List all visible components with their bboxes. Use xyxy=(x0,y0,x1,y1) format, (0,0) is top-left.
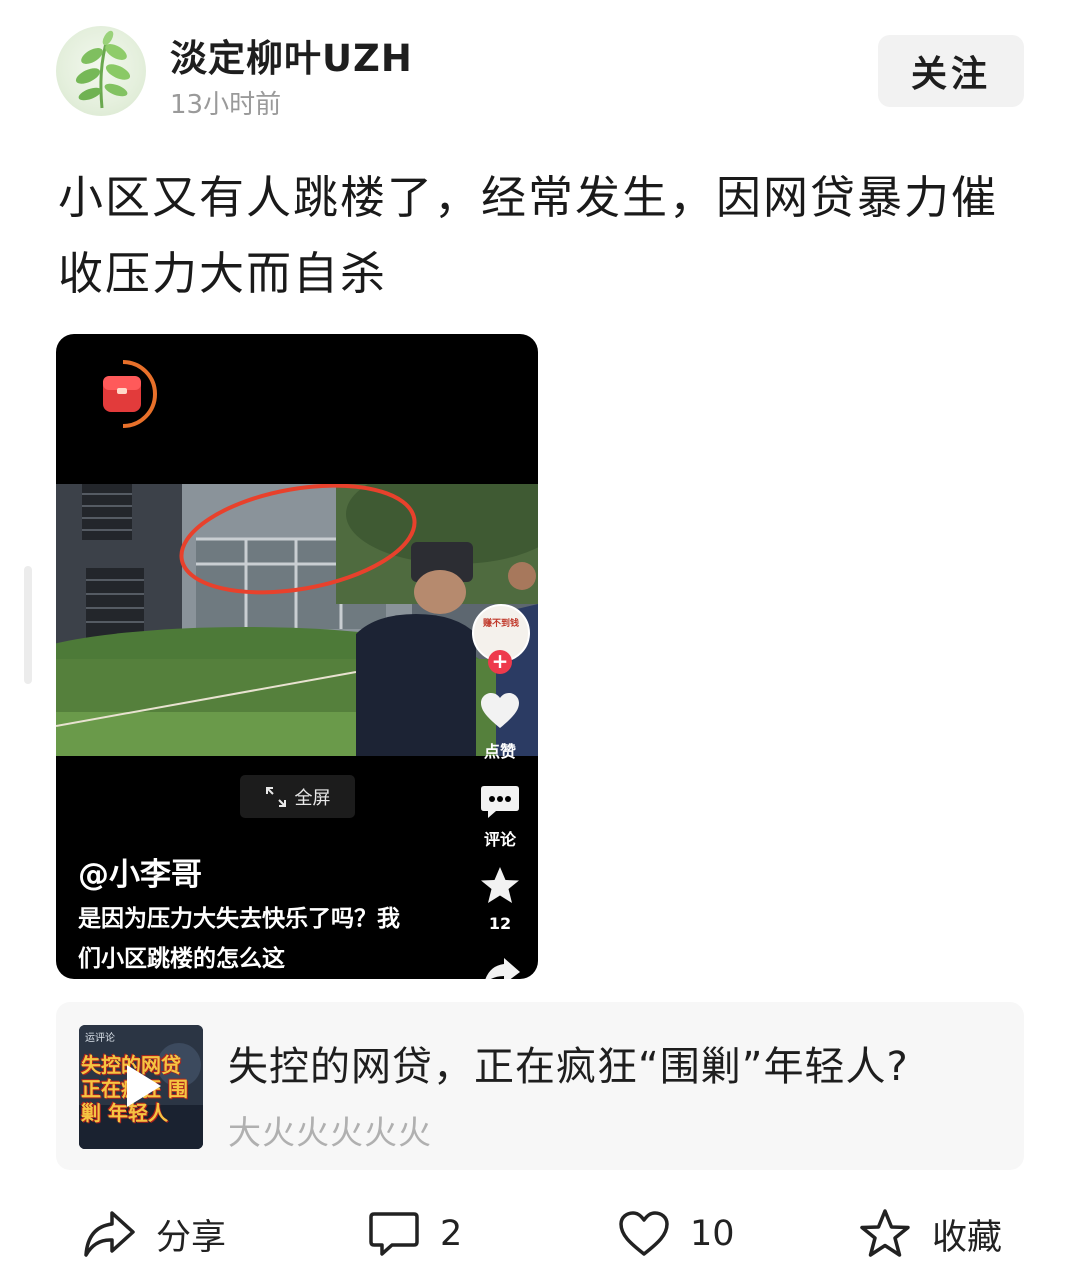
leaf-icon xyxy=(75,30,131,109)
comment-count: 2 xyxy=(440,1214,463,1254)
favorite-count: 12 xyxy=(488,914,512,933)
follow-plus-icon[interactable]: + xyxy=(488,650,512,674)
favorite-action[interactable]: 收藏 xyxy=(858,1204,1002,1264)
comment-icon[interactable] xyxy=(480,784,520,820)
favorite-star-icon xyxy=(860,1209,910,1257)
play-icon xyxy=(127,1065,161,1107)
share-arrow-icon xyxy=(84,1211,135,1257)
article-title[interactable]: 失控的网贷，正在疯狂“围剿”年轻人? xyxy=(228,1034,909,1092)
article-thumbnail[interactable]: 运评论 失控的网贷 正在疯狂 围剿 年轻人 xyxy=(79,1025,203,1149)
like-heart-icon xyxy=(619,1211,669,1256)
fullscreen-label: 全屏 xyxy=(294,787,331,809)
video-caption: 是因为压力大失去快乐了吗？我们小区跳楼的怎么这 xyxy=(78,906,400,972)
article-link-card[interactable]: 运评论 失控的网贷 正在疯狂 围剿 年轻人 失控的网贷，正在疯狂“围剿”年轻人?… xyxy=(56,1002,1024,1170)
like-count: 10 xyxy=(690,1214,735,1254)
like-action[interactable]: 10 xyxy=(618,1204,735,1264)
expand-icon xyxy=(265,786,286,807)
video-card[interactable]: 赚不到钱 + 点赞 评论 12 全屏 @小李哥 是因为压力大失去快乐了吗？我们小… xyxy=(56,334,538,979)
share-icon[interactable] xyxy=(482,954,522,979)
favorite-label: 收藏 xyxy=(932,1217,1003,1258)
author-name[interactable]: 淡定柳叶UZH xyxy=(170,28,413,82)
post-time: 13小时前 xyxy=(170,90,282,120)
app-logo-icon xyxy=(103,360,157,428)
share-action[interactable]: 分享 xyxy=(82,1204,226,1264)
video-author[interactable]: @小李哥 xyxy=(78,849,202,894)
post-text: 小区又有人跳楼了，经常发生，因网贷暴力催收压力大而自杀 xyxy=(58,171,999,300)
follow-button[interactable]: 关注 xyxy=(878,35,1024,107)
comment-action[interactable]: 2 xyxy=(368,1204,462,1264)
like-label: 点赞 xyxy=(483,742,516,761)
comment-label: 评论 xyxy=(483,830,516,849)
article-source: 大火火火火火 xyxy=(228,1113,432,1152)
share-label: 分享 xyxy=(156,1217,227,1258)
thumb-top-text: 运评论 xyxy=(85,1033,115,1044)
heart-icon[interactable] xyxy=(480,692,520,730)
video-frame xyxy=(56,484,538,756)
star-icon[interactable] xyxy=(479,866,521,906)
comment-bubble-icon xyxy=(369,1212,419,1256)
fullscreen-button[interactable]: 全屏 xyxy=(240,775,355,818)
scroll-indicator[interactable] xyxy=(24,566,32,684)
author-avatar[interactable] xyxy=(56,26,146,116)
